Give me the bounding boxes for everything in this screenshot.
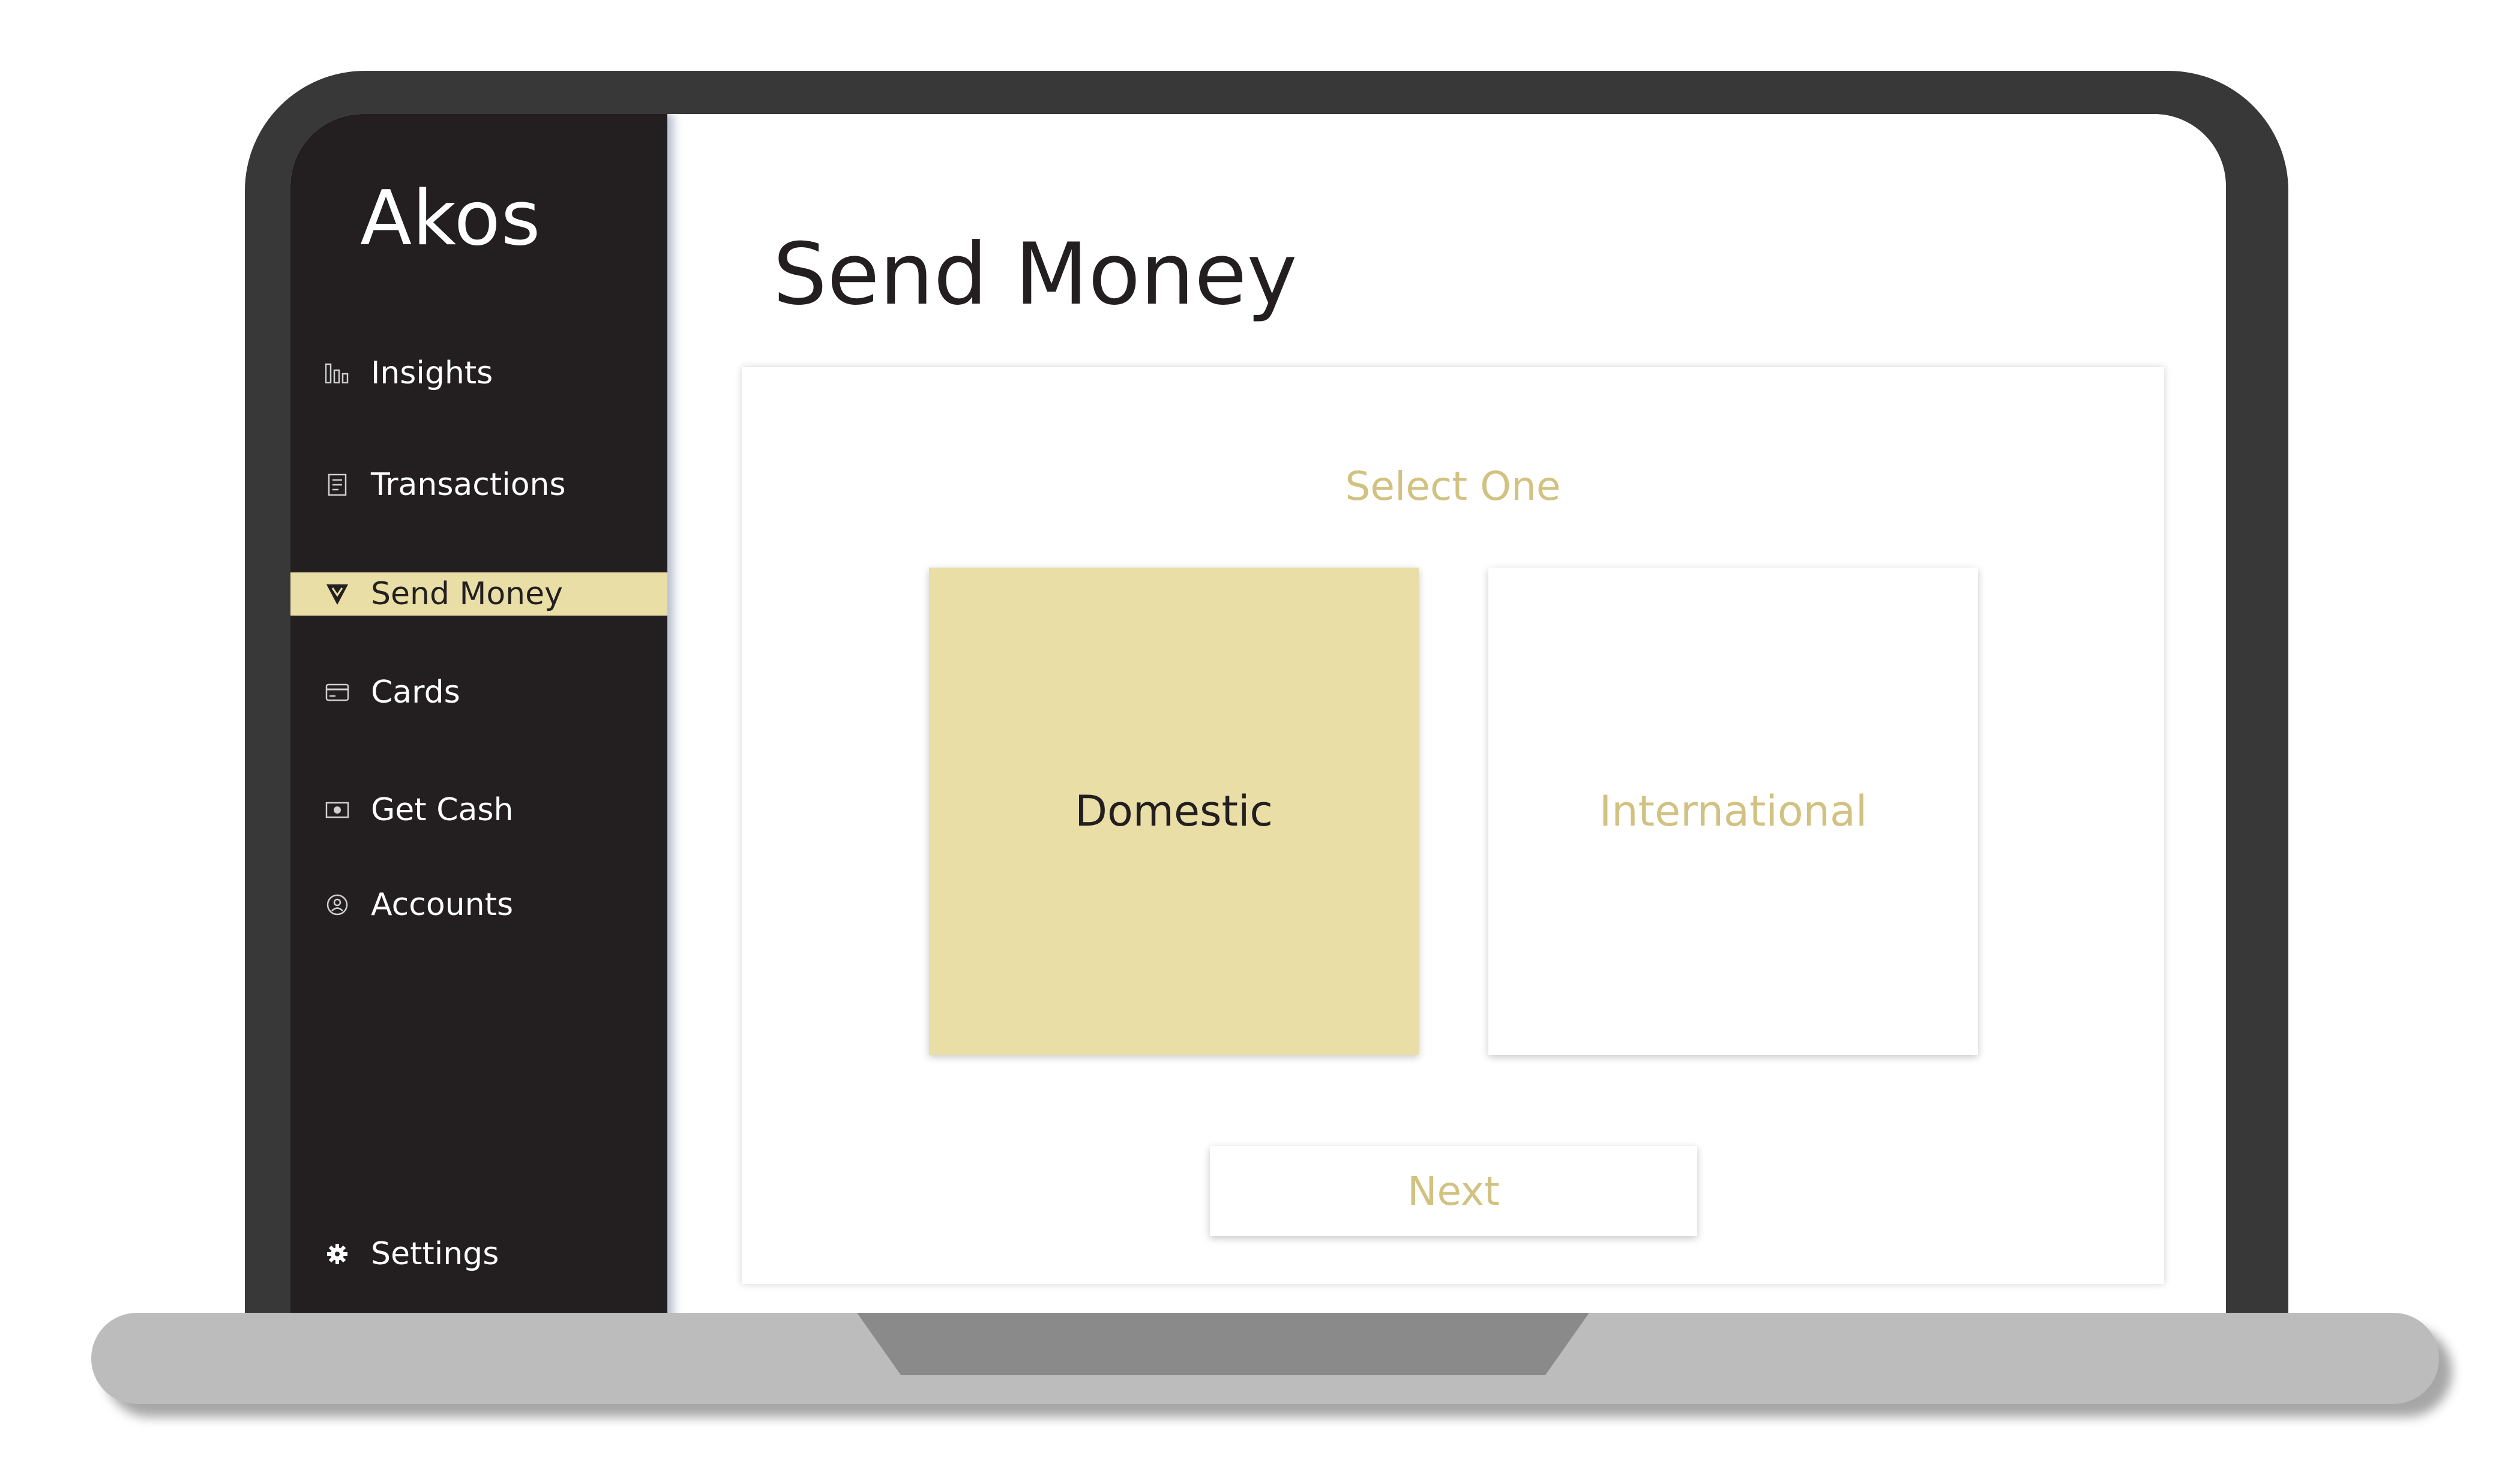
page-title: Send Money [773,225,1298,325]
sidebar-item-label: Get Cash [371,792,514,828]
sidebar-item-label: Cards [371,674,460,710]
sidebar-item-settings[interactable]: Settings [290,1232,667,1276]
sidebar-item-label: Insights [371,355,493,391]
user-icon [324,892,350,918]
sidebar-item-accounts[interactable]: Accounts [290,883,667,926]
sidebar-item-label: Send Money [371,576,563,612]
sidebar: Akos Insights Transactions Send Money Ca… [290,114,667,1326]
laptop-hinge-notch [857,1313,1589,1375]
sidebar-item-label: Accounts [371,887,514,923]
next-button[interactable]: Next [1210,1146,1697,1236]
sidebar-item-get-cash[interactable]: Get Cash [290,788,667,832]
sidebar-item-label: Transactions [371,467,566,503]
laptop-screen: Akos Insights Transactions Send Money Ca… [290,114,2226,1326]
sidebar-item-cards[interactable]: Cards [290,671,667,714]
cash-icon [324,797,350,823]
sidebar-item-insights[interactable]: Insights [290,352,667,395]
bar-chart-icon [324,360,350,386]
app-logo: Akos [360,174,541,262]
send-money-card: Select One Domestic International Next [742,367,2164,1284]
send-icon [324,581,350,607]
gear-icon [324,1241,350,1267]
option-international[interactable]: International [1488,568,1978,1055]
receipt-icon [324,472,350,498]
card-icon [324,679,350,706]
option-domestic[interactable]: Domestic [929,568,1419,1055]
sidebar-item-label: Settings [371,1236,499,1272]
select-prompt: Select One [1345,463,1561,509]
sidebar-item-send-money[interactable]: Send Money [290,572,667,616]
sidebar-item-transactions[interactable]: Transactions [290,463,667,506]
option-label: International [1599,787,1868,836]
laptop-mockup: Akos Insights Transactions Send Money Ca… [0,0,2520,1482]
option-label: Domestic [1075,787,1273,836]
